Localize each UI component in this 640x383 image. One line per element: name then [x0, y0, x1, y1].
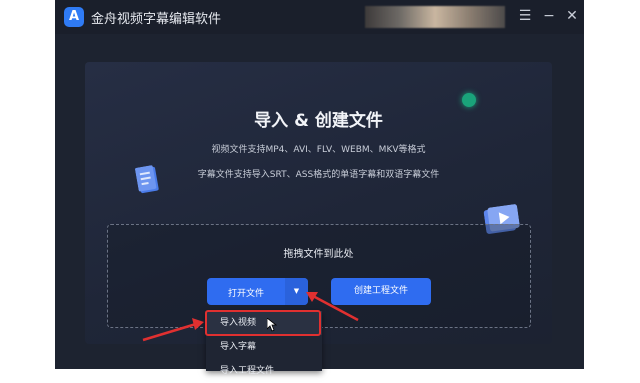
create-project-button[interactable]: 创建工程文件: [331, 278, 431, 305]
title-bar: A 金舟视频字幕编辑软件 ☰ − ✕: [55, 0, 584, 34]
app-logo-icon: A: [64, 7, 84, 27]
minimize-button[interactable]: −: [539, 6, 559, 26]
mouse-cursor-icon: [267, 318, 277, 332]
menu-item-import-project[interactable]: 导入工程文件: [206, 359, 322, 383]
panel-heading: 导入 & 创建文件: [254, 111, 383, 131]
decorative-dot-icon: [462, 93, 476, 107]
annotation-highlight-box: [205, 310, 321, 336]
menu-item-import-subtitle[interactable]: 导入字幕: [206, 335, 322, 359]
user-account-chip[interactable]: [365, 6, 505, 28]
subtitle-formats-text: 字幕文件支持导入SRT、ASS格式的单语字幕和双语字幕文件: [197, 170, 440, 180]
video-formats-text: 视频文件支持MP4、AVI、FLV、WEBM、MKV等格式: [211, 145, 426, 155]
drop-zone-label: 拖拽文件到此处: [283, 249, 354, 260]
menu-icon[interactable]: ☰: [515, 6, 535, 26]
dropdown-arrow-icon[interactable]: ▼: [285, 278, 308, 305]
open-file-label[interactable]: 打开文件: [207, 286, 285, 299]
app-title: 金舟视频字幕编辑软件: [91, 12, 222, 27]
open-file-button[interactable]: 打开文件 ▼: [207, 278, 308, 305]
close-button[interactable]: ✕: [562, 6, 582, 26]
